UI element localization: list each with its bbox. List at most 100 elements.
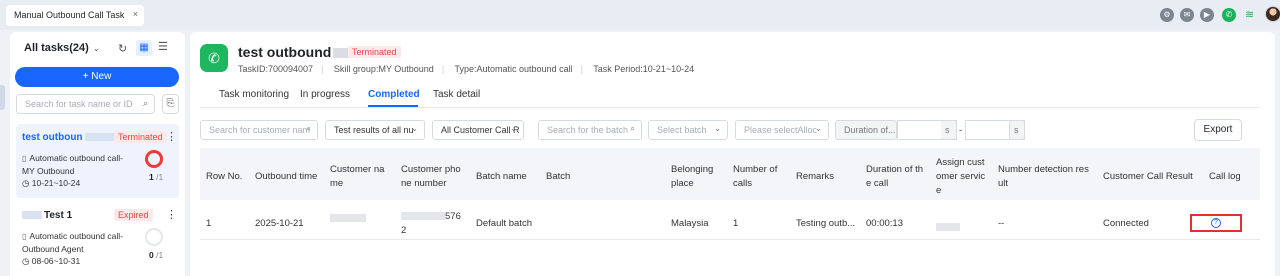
refresh-icon[interactable]: ↻ <box>118 42 127 55</box>
progress-ring <box>145 150 163 168</box>
progress-done: 0 <box>149 250 154 260</box>
chevron-down-icon: ⌄ <box>411 124 418 133</box>
col-duration: Duration of th e call <box>866 164 924 189</box>
progress-total: /1 <box>156 250 164 260</box>
bookmark-icon: ▯ <box>22 232 27 241</box>
task-count-label: All tasks(24) <box>24 42 89 54</box>
cell-call-result: Connected <box>1103 218 1149 229</box>
clock-icon: ◷ <box>22 256 32 266</box>
bookmark-icon[interactable]: ⎘ <box>162 94 179 114</box>
col-call-log: Call log <box>1209 171 1241 182</box>
cell-belonging-place: Malaysia <box>671 218 709 229</box>
select-batch-placeholder: Select batch <box>657 125 707 135</box>
skill-group: Skill group:MY Outbound <box>333 64 434 74</box>
duration-min-unit: s <box>941 120 957 140</box>
task-card-name: Test 1 <box>44 210 73 221</box>
col-belonging-place: Belonging place <box>671 164 714 189</box>
cell-outbound-time: 2025-10-21 <box>255 218 304 229</box>
chevron-down-icon: ⌄ <box>92 44 100 53</box>
col-assign-cs: Assign cust omer servic e <box>936 157 986 196</box>
cell-number-detection: -- <box>998 218 1005 229</box>
more-icon[interactable]: ⋮ <box>166 208 177 221</box>
customer-name-search[interactable]: Search for customer nam ⌕ <box>200 120 318 140</box>
col-batch: Batch <box>546 171 571 182</box>
tab-task-monitoring[interactable]: Task monitoring <box>219 89 289 100</box>
task-card[interactable]: test outboun Terminated ⋮ ▯ Automatic out… <box>16 124 179 198</box>
col-customer-phone: Customer pho ne number <box>401 164 461 189</box>
cell-remarks: Testing outb... <box>796 218 856 229</box>
clock-icon: ◷ <box>22 178 32 188</box>
results-select-value: Test results of all nu <box>334 125 414 135</box>
window-tab-title: Manual Outbound Call Task <box>14 10 125 20</box>
col-batch-name: Batch name <box>476 171 527 182</box>
task-search-input[interactable]: Search for task name or ID ⌕ <box>16 94 155 114</box>
col-row-no: Row No. <box>206 171 243 182</box>
status-badge: Expired <box>114 209 153 221</box>
batch-search[interactable]: Search for the batch ⌕ <box>538 120 642 140</box>
task-meta: TaskID:700094007 | Skill group:MY Outboun… <box>238 64 695 74</box>
call-result-select-value: All Customer Call R <box>441 125 520 135</box>
question-icon: ? <box>1211 218 1221 228</box>
call-log-button[interactable]: ? <box>1190 214 1242 232</box>
col-number-detection: Number detection res ult <box>998 164 1089 189</box>
phone-icon[interactable]: ✆ <box>1222 8 1236 22</box>
export-button[interactable]: Export <box>1194 119 1242 141</box>
search-icon: ⌕ <box>142 98 148 108</box>
cell-duration: 00:00:13 <box>866 218 903 229</box>
chevron-down-icon: ⌄ <box>510 124 517 133</box>
progress-done: 1 <box>149 172 154 182</box>
task-card-desc: Automatic outbound call-MY Outbound <box>22 153 123 176</box>
col-remarks: Remarks <box>796 171 835 182</box>
task-card-name: test outboun <box>22 132 83 143</box>
avatar[interactable] <box>1265 6 1280 22</box>
cell-assign-cs <box>936 221 960 235</box>
call-result-select[interactable]: All Customer Call R ⌄ <box>432 120 524 140</box>
progress-total: /1 <box>156 172 164 182</box>
chevron-down-icon: ⌄ <box>815 124 822 133</box>
page-title: test outbound <box>238 44 332 60</box>
cell-customer-name <box>330 212 366 226</box>
chat-icon[interactable]: ✉ <box>1180 8 1194 22</box>
col-outbound-time: Outbound time <box>255 171 318 182</box>
customer-name-placeholder: Search for customer nam <box>209 125 311 135</box>
task-search-placeholder: Search for task name or ID <box>25 99 133 109</box>
task-id: TaskID:700094007 <box>238 64 314 74</box>
allocation-select[interactable]: Please selectAlloc ⌄ <box>735 120 829 140</box>
grid-view-icon[interactable]: ▦ <box>136 40 152 56</box>
video-icon[interactable]: ▶ <box>1200 8 1214 22</box>
new-task-button[interactable]: + New <box>15 67 179 87</box>
more-icon[interactable]: ⋮ <box>166 130 177 143</box>
task-detail-panel: ✆ test outbound Terminated TaskID:700094… <box>190 32 1275 276</box>
window-tab[interactable]: Manual Outbound Call Task × <box>6 5 144 26</box>
task-card-dates: 10-21~10-24 <box>31 178 81 188</box>
redacted-text <box>330 214 366 223</box>
wifi-icon: ≋ <box>1245 9 1255 21</box>
status-badge: Terminated <box>348 46 401 58</box>
tab-in-progress[interactable]: In progress <box>300 89 350 100</box>
list-view-icon[interactable]: ☰ <box>158 40 168 53</box>
col-call-result: Customer Call Result <box>1103 171 1193 182</box>
col-number-of-calls: Number of calls <box>733 164 778 189</box>
tab-task-detail[interactable]: Task detail <box>433 89 480 100</box>
close-icon[interactable]: × <box>133 9 138 19</box>
task-filter-dropdown[interactable]: All tasks(24) ⌄ <box>24 42 100 54</box>
gear-icon[interactable]: ⚙ <box>1160 8 1174 22</box>
panel-collapse-handle[interactable] <box>0 85 5 110</box>
results-select[interactable]: Test results of all nu ⌄ <box>325 120 425 140</box>
top-bar: Manual Outbound Call Task × ⚙ ✉ ▶ ✆ ≋ <box>0 0 1280 30</box>
select-batch[interactable]: Select batch ⌄ <box>648 120 728 140</box>
task-card[interactable]: Test 1 Expired ⋮ ▯ Automatic outbound cal… <box>16 202 179 276</box>
task-card-dates: 08-06~10-31 <box>31 256 81 266</box>
status-badge: Terminated <box>114 131 167 143</box>
redacted-text <box>22 211 42 220</box>
redacted-text <box>84 133 115 142</box>
tab-completed[interactable]: Completed <box>368 89 420 100</box>
cell-number-of-calls: 1 <box>733 218 739 229</box>
cell-customer-phone: 576 2 <box>401 210 463 238</box>
cell-row-no: 1 <box>206 218 212 229</box>
redacted-text <box>936 223 960 232</box>
chevron-down-icon: ⌄ <box>714 124 721 133</box>
duration-separator: - <box>959 125 963 136</box>
redacted-text <box>401 212 445 221</box>
search-icon: ⌕ <box>306 124 311 133</box>
